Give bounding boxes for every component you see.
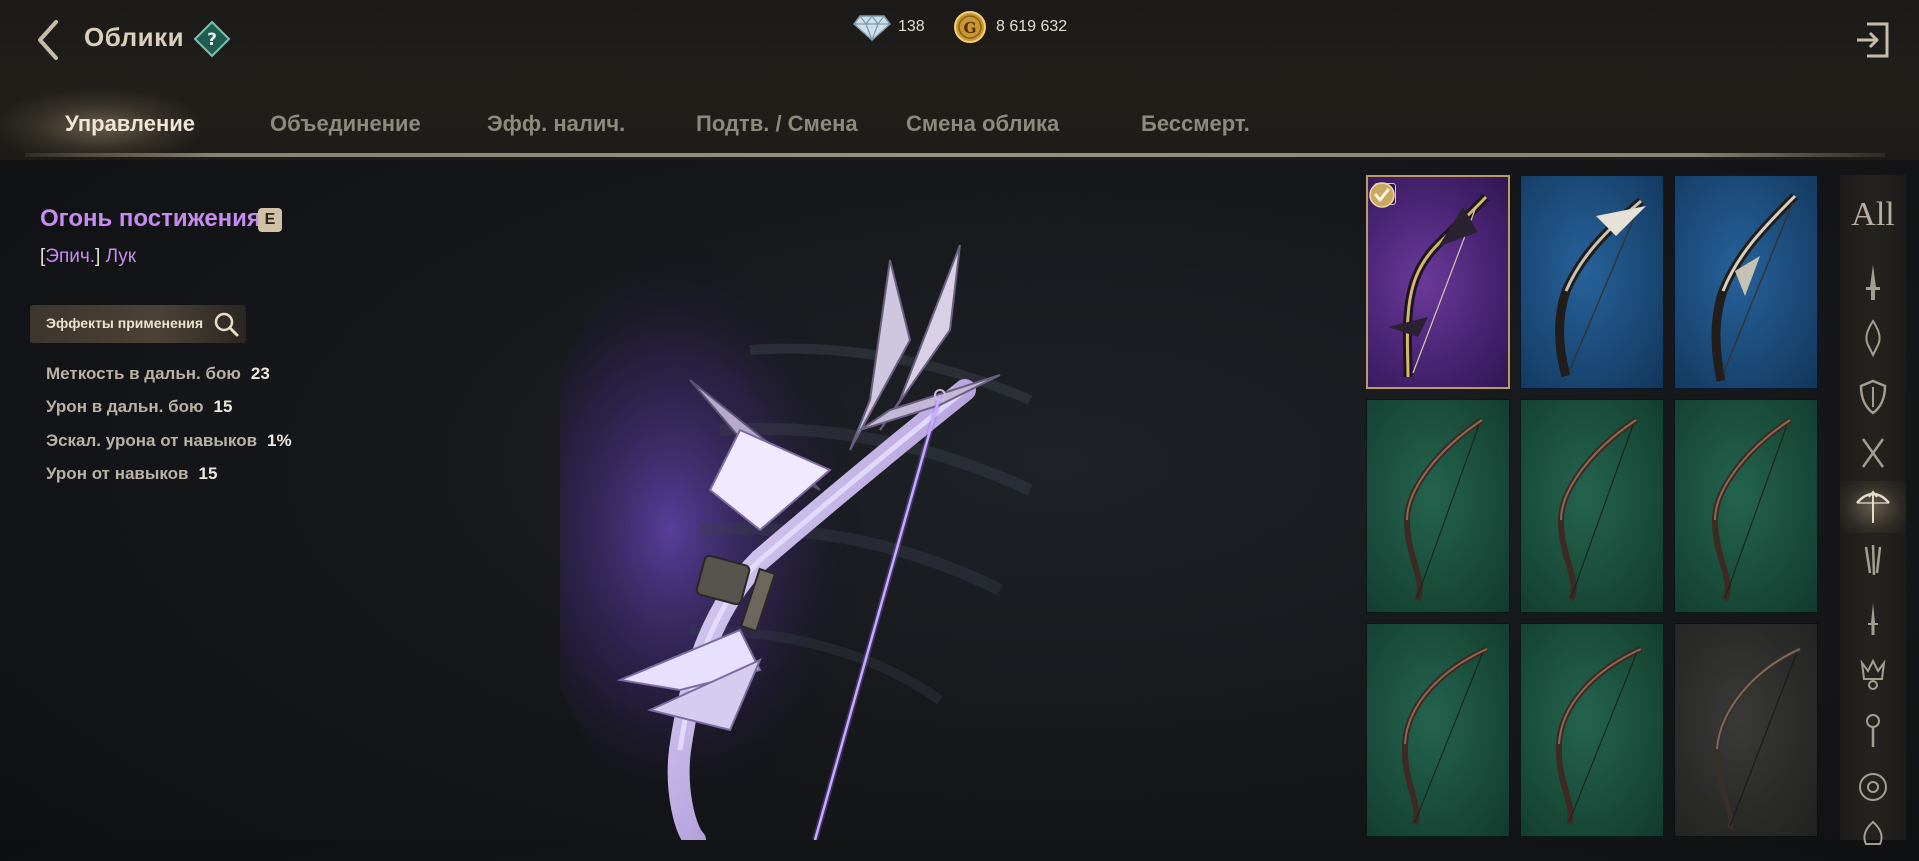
stat-value: 15 [198,464,218,483]
sword-icon [1866,265,1880,300]
bow-skin-icon [1555,197,1646,378]
stat-value: 15 [213,397,233,416]
category-flame-mask[interactable] [1840,809,1906,861]
tab-appearance-change[interactable]: Смена облика [906,100,1059,148]
tab-immortal[interactable]: Бессмерт. [1141,100,1250,148]
stat-name: Эскал. урона от навыков [46,431,258,450]
bow-skin-icon [1711,417,1792,602]
bow-skin-icon [1714,646,1802,830]
stat-value: 1% [267,431,292,450]
skin-card-epic-selected[interactable]: E [1366,175,1510,389]
rarity-bracket-close: ] [95,246,101,267]
bow-skin-icon [1711,192,1799,382]
category-flame-dagger[interactable] [1840,313,1906,365]
gold-counter: G 8 619 632 [950,11,1068,43]
item-rarity: Эпич. [45,246,96,267]
exit-door-icon [1857,22,1889,58]
category-crossed-blades[interactable] [1840,427,1906,479]
stat-row: Урон в дальн. бою 15 [46,397,232,417]
tab-possession-effects[interactable]: Эфф. налич. [487,100,625,148]
item-type: [Эпич.] Лук [40,246,136,268]
category-dagger[interactable] [1840,593,1906,645]
bow-preview-image [560,230,1033,840]
dagger-icon [1868,603,1878,635]
category-crown-orb[interactable] [1840,649,1906,701]
skin-card-uncommon[interactable] [1366,399,1510,613]
crown-orb-icon [1860,658,1886,690]
stat-value: 23 [250,364,270,383]
shield-icon [1859,379,1887,415]
apply-effects-button[interactable]: Эффекты применения [30,305,246,343]
chevron-left-icon [38,20,58,60]
tab-merge[interactable]: Объединение [270,100,421,148]
flame-mask-icon [1863,820,1883,845]
stat-name: Урон от навыков [46,464,189,483]
skin-card-uncommon[interactable] [1520,623,1664,837]
item-name: Огонь постижения [40,205,261,232]
diamond-icon [852,10,892,44]
skin-card-common[interactable] [1674,623,1818,837]
question-diamond-icon: ? [193,20,231,58]
item-category: Лук [105,246,137,267]
skin-card-rare[interactable] [1520,175,1664,389]
bow-skin-icon [1557,417,1638,602]
stat-name: Меткость в дальн. бою [46,364,241,383]
svg-text:?: ? [207,30,217,50]
tab-management[interactable]: Управление [65,100,195,148]
apply-effects-label: Эффекты применения [46,315,204,331]
stat-row: Меткость в дальн. бою 23 [46,364,270,384]
skin-card-uncommon[interactable] [1366,623,1510,837]
search-icon [213,311,239,337]
back-button[interactable] [34,18,64,62]
tab-confirm-change[interactable]: Подтв. / Смена [696,100,858,148]
stat-row: Эскал. урона от навыков 1% [46,431,292,451]
skin-card-uncommon[interactable] [1674,399,1818,613]
tab-divider [25,153,1885,157]
category-sword[interactable] [1840,257,1906,309]
claws-icon [1864,544,1882,576]
category-shield[interactable] [1840,371,1906,423]
exit-button[interactable] [1855,18,1891,62]
category-all-label: All [1851,196,1895,233]
gold-amount: 8 619 632 [996,18,1068,35]
stat-name: Урон в дальн. бою [46,397,204,416]
eye-orb-icon [1859,773,1887,801]
bow-skin-icon [1555,646,1643,825]
help-button[interactable]: ? [193,20,231,58]
staff-icon [1866,714,1880,747]
category-eye-orb[interactable] [1840,761,1906,813]
equipped-badge: E [258,208,282,232]
stat-row: Урон от навыков 15 [46,464,217,484]
diamond-counter: 138 [852,14,925,42]
gold-coin-icon: G [950,10,990,44]
category-staff[interactable] [1840,705,1906,757]
selected-check-icon [1369,182,1395,208]
bow-skin-icon [1401,646,1489,825]
flame-dagger-icon [1865,319,1881,358]
category-bow[interactable] [1840,481,1906,533]
skin-card-uncommon[interactable] [1520,399,1664,613]
diamond-amount: 138 [898,18,925,35]
svg-text:G: G [964,19,977,37]
skin-grid: E [1366,175,1834,840]
bow-icon [1856,490,1890,523]
category-all[interactable]: All [1840,189,1906,241]
category-claws[interactable] [1840,537,1906,589]
page-title: Облики [84,22,185,52]
bow-skin-icon [1403,417,1484,602]
crossed-blades-icon [1861,438,1885,468]
skin-card-rare[interactable] [1674,175,1818,389]
category-sidebar: All [1840,175,1906,845]
